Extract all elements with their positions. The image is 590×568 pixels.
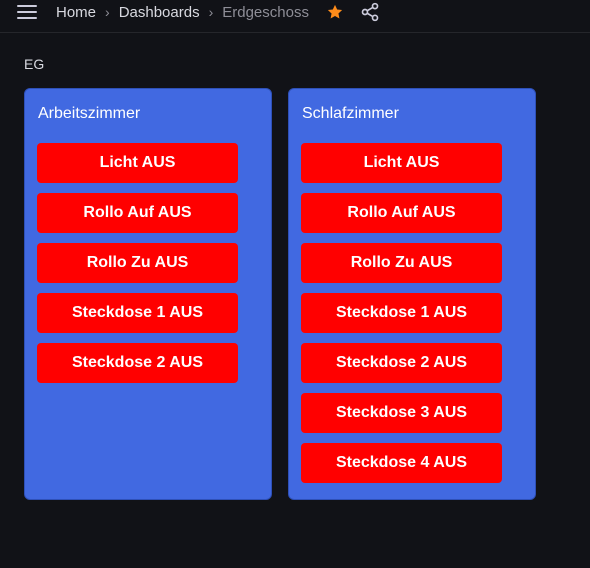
panel-schlafzimmer: Schlafzimmer Licht AUS Rollo Auf AUS Rol… [288,88,536,500]
steckdose-2-button[interactable]: Steckdose 2 AUS [301,343,502,383]
breadcrumb-home[interactable]: Home [56,4,96,21]
rollo-auf-button[interactable]: Rollo Auf AUS [37,193,238,233]
rollo-zu-button[interactable]: Rollo Zu AUS [37,243,238,283]
steckdose-1-button[interactable]: Steckdose 1 AUS [37,293,238,333]
star-icon[interactable] [326,3,344,21]
menu-icon[interactable] [17,5,39,21]
breadcrumb-separator: › [105,4,110,20]
licht-button[interactable]: Licht AUS [37,143,238,183]
breadcrumb-separator: › [208,4,214,20]
panel-title: Arbeitszimmer [38,105,141,122]
top-navbar: Home › Dashboards › Erdgeschoss [0,0,590,33]
steckdose-4-button[interactable]: Steckdose 4 AUS [301,443,502,483]
rollo-zu-button[interactable]: Rollo Zu AUS [301,243,502,283]
breadcrumb-dashboards[interactable]: Dashboards [119,4,200,21]
steckdose-2-button[interactable]: Steckdose 2 AUS [37,343,238,383]
rollo-auf-button[interactable]: Rollo Auf AUS [301,193,502,233]
licht-button[interactable]: Licht AUS [301,143,502,183]
share-icon[interactable] [360,2,380,22]
steckdose-3-button[interactable]: Steckdose 3 AUS [301,393,502,433]
steckdose-1-button[interactable]: Steckdose 1 AUS [301,293,502,333]
panel-title: Schlafzimmer [302,105,399,122]
panel-arbeitszimmer: Arbeitszimmer Licht AUS Rollo Auf AUS Ro… [24,88,272,500]
breadcrumb: Home › Dashboards › Erdgeschoss [56,3,309,21]
row-title[interactable]: EG [24,56,44,72]
breadcrumb-current: Erdgeschoss [222,3,309,21]
